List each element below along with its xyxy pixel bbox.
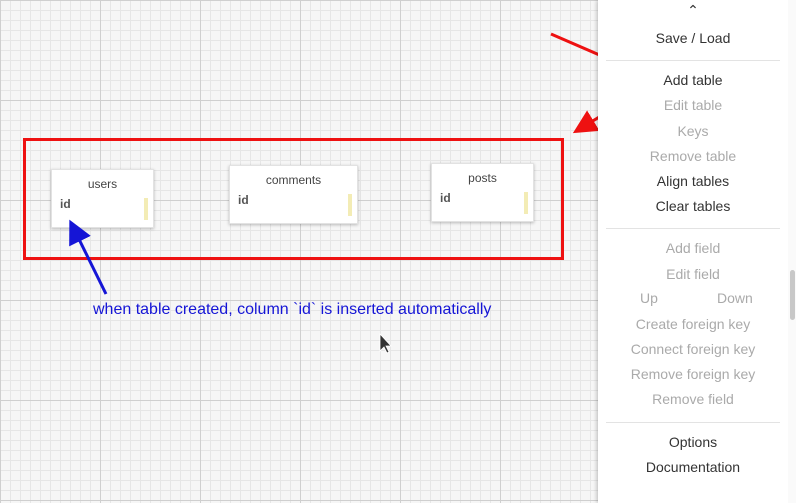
menu-save-load[interactable]: Save / Load [598, 29, 788, 47]
menu-down[interactable]: Down [717, 290, 753, 306]
menu-up-down: Up Down [598, 290, 788, 308]
menu-keys[interactable]: Keys [598, 122, 788, 140]
mouse-cursor-icon [379, 332, 392, 354]
menu-add-field[interactable]: Add field [598, 239, 788, 257]
scrollbar[interactable] [788, 0, 796, 503]
menu-separator [606, 60, 780, 61]
menu-edit-field[interactable]: Edit field [598, 265, 788, 283]
menu-up[interactable]: Up [640, 290, 658, 306]
side-menu: ⌃ Save / Load Add table Edit table Keys … [598, 0, 788, 503]
menu-separator [606, 228, 780, 229]
menu-create-foreign-key[interactable]: Create foreign key [598, 315, 788, 333]
menu-remove-table[interactable]: Remove table [598, 147, 788, 165]
menu-options[interactable]: Options [598, 433, 788, 451]
menu-connect-foreign-key[interactable]: Connect foreign key [598, 340, 788, 358]
menu-clear-tables[interactable]: Clear tables [598, 197, 788, 215]
menu-remove-field[interactable]: Remove field [598, 390, 788, 408]
menu-remove-foreign-key[interactable]: Remove foreign key [598, 365, 788, 383]
menu-edit-table[interactable]: Edit table [598, 96, 788, 114]
arrow-to-id-field [69, 219, 108, 295]
menu-separator [606, 422, 780, 423]
menu-documentation[interactable]: Documentation [598, 458, 788, 476]
scrollbar-thumb[interactable] [790, 270, 795, 320]
caret-up-icon[interactable]: ⌃ [598, 2, 788, 19]
menu-align-tables[interactable]: Align tables [598, 172, 788, 190]
menu-add-table[interactable]: Add table [598, 71, 788, 89]
